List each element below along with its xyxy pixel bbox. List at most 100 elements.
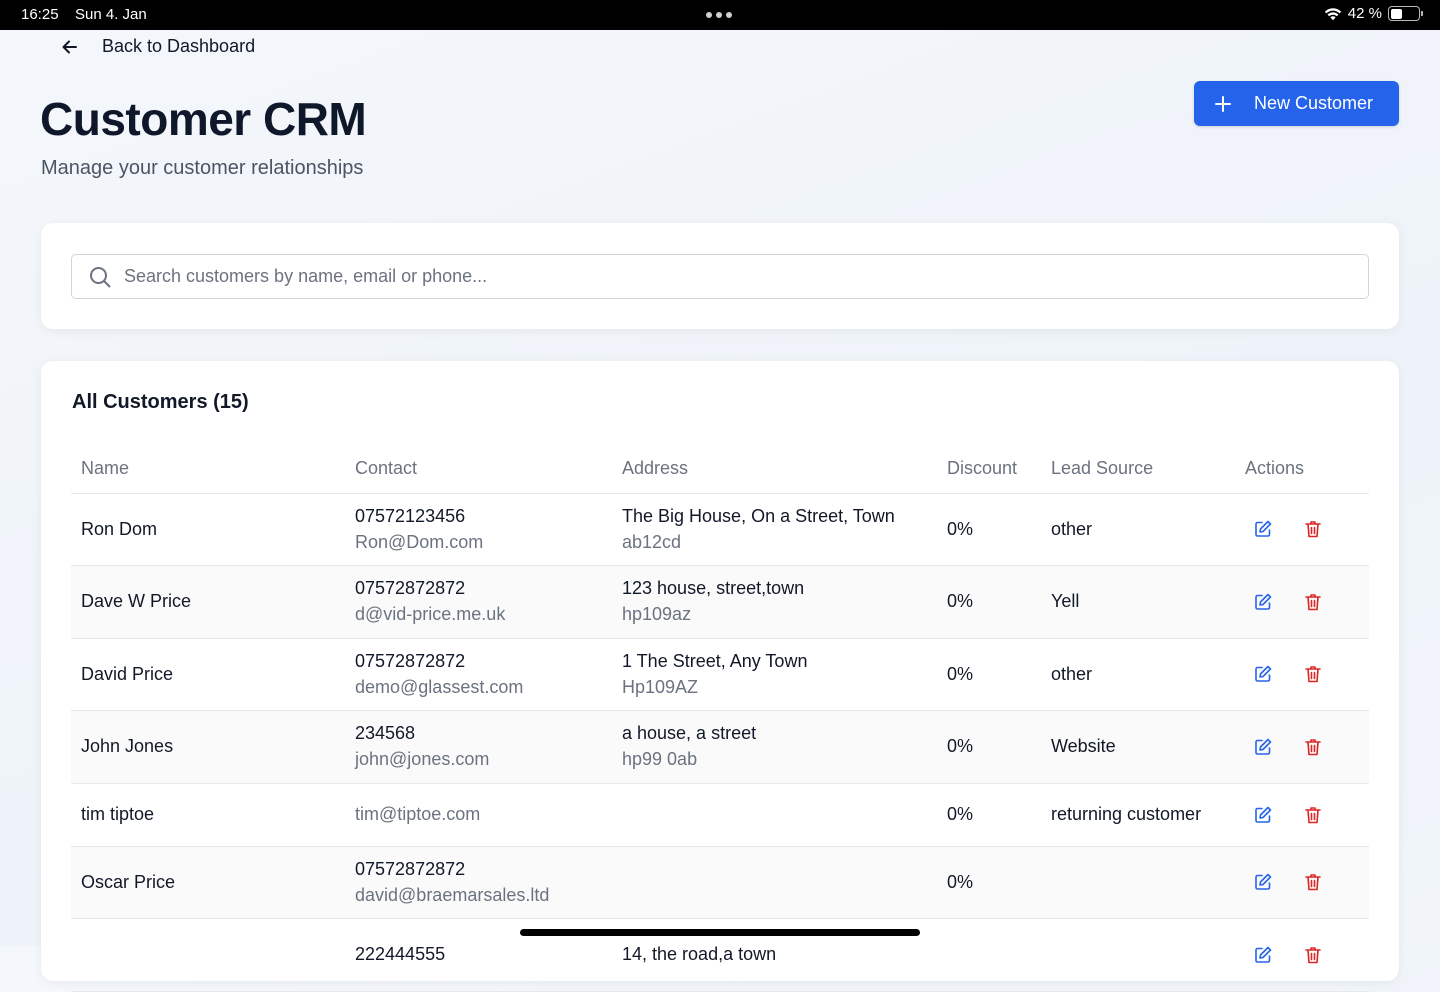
- contact-email[interactable]: d@vid-price.me.uk: [355, 604, 612, 625]
- edit-icon[interactable]: [1253, 664, 1273, 684]
- customer-lead-source: other: [1041, 493, 1235, 566]
- contact-phone: 07572872872: [355, 650, 466, 671]
- address-postcode: hp99 0ab: [622, 749, 698, 770]
- status-time: 16:25: [21, 6, 59, 23]
- table-row[interactable]: tim tiptoe tim@tiptoe.com 0% returning cust…: [71, 783, 1369, 847]
- customer-address: 1 The Street, Any Town Hp109AZ: [612, 638, 937, 711]
- edit-icon[interactable]: [1253, 945, 1273, 965]
- customer-discount: 0%: [937, 493, 1041, 566]
- customer-name: Ron Dom: [71, 493, 345, 566]
- back-label: Back to Dashboard: [102, 36, 256, 56]
- contact-email[interactable]: Ron@Dom.com: [355, 532, 612, 553]
- trash-icon[interactable]: [1303, 519, 1323, 539]
- address-postcode: hp109az: [622, 604, 692, 625]
- table-row[interactable]: David Price 07572872872 demo@glassest.com 1…: [71, 638, 1369, 711]
- column-header-address[interactable]: Address: [612, 445, 937, 494]
- customer-actions: [1235, 638, 1369, 711]
- search-box: [71, 254, 1369, 299]
- column-header-lead-source[interactable]: Lead Source: [1041, 445, 1235, 494]
- contact-phone: 07572123456: [355, 505, 466, 526]
- customer-discount: 0%: [937, 638, 1041, 711]
- edit-icon[interactable]: [1253, 519, 1273, 539]
- trash-icon[interactable]: [1303, 737, 1323, 757]
- edit-icon[interactable]: [1253, 592, 1273, 612]
- customer-contact: 07572123456 Ron@Dom.com: [345, 493, 612, 566]
- column-header-name[interactable]: Name: [71, 445, 345, 494]
- contact-email[interactable]: tim@tiptoe.com: [355, 804, 612, 825]
- customer-lead-source: Website: [1041, 710, 1235, 784]
- customer-name: [71, 918, 345, 992]
- customer-name: Oscar Price: [71, 846, 345, 919]
- contact-phone: 234568: [355, 723, 416, 744]
- address-postcode: Hp109AZ: [622, 676, 699, 697]
- address-line: a house, a street: [622, 723, 757, 744]
- trash-icon[interactable]: [1303, 805, 1323, 825]
- customer-contact: 07572872872 david@braemarsales.ltd: [345, 846, 612, 919]
- customer-name: tim tiptoe: [71, 783, 345, 847]
- table-row[interactable]: Dave W Price 07572872872 d@vid-price.me.uk…: [71, 565, 1369, 639]
- customer-lead-source: [1041, 846, 1235, 919]
- customer-address: 123 house, street,town hp109az: [612, 565, 937, 639]
- customer-actions: [1235, 918, 1369, 992]
- customer-discount: [937, 918, 1041, 992]
- address-postcode: ab12cd: [622, 531, 682, 552]
- wifi-icon: [1324, 7, 1341, 20]
- customers-table: Name Contact Address Discount Lead Sourc…: [71, 445, 1369, 992]
- customer-address: [612, 846, 937, 919]
- column-header-contact[interactable]: Contact: [345, 445, 612, 494]
- new-customer-button[interactable]: New Customer: [1194, 81, 1399, 126]
- edit-icon[interactable]: [1253, 805, 1273, 825]
- customer-name: John Jones: [71, 710, 345, 784]
- page-title: Customer CRM: [40, 93, 367, 145]
- trash-icon[interactable]: [1303, 945, 1323, 965]
- search-card: [41, 223, 1399, 329]
- contact-email[interactable]: john@jones.com: [355, 749, 612, 770]
- customer-actions: [1235, 783, 1369, 847]
- column-header-actions: Actions: [1235, 445, 1369, 494]
- search-icon: [90, 267, 111, 288]
- page-subtitle: Manage your customer relationships: [41, 157, 364, 179]
- customer-discount: 0%: [937, 846, 1041, 919]
- customer-name: David Price: [71, 638, 345, 711]
- address-line: 123 house, street,town: [622, 578, 805, 599]
- customer-contact: 07572872872 d@vid-price.me.uk: [345, 565, 612, 639]
- plus-icon: [1215, 95, 1231, 112]
- contact-email[interactable]: demo@glassest.com: [355, 677, 612, 698]
- customer-address: a house, a street hp99 0ab: [612, 710, 937, 784]
- column-header-discount[interactable]: Discount: [937, 445, 1041, 494]
- battery-percent: 42 %: [1347, 5, 1382, 22]
- customer-contact: 07572872872 demo@glassest.com: [345, 638, 612, 711]
- trash-icon[interactable]: [1303, 872, 1323, 892]
- home-indicator[interactable]: [520, 929, 920, 936]
- customer-name: Dave W Price: [71, 565, 345, 639]
- edit-icon[interactable]: [1253, 737, 1273, 757]
- customer-address: The Big House, On a Street, Town ab12cd: [612, 493, 937, 566]
- contact-phone: 07572872872: [355, 858, 466, 879]
- contact-phone: 222444555: [355, 944, 446, 965]
- customer-discount: 0%: [937, 565, 1041, 639]
- multitasking-dots-icon[interactable]: [706, 12, 732, 18]
- customer-lead-source: [1041, 918, 1235, 992]
- table-row[interactable]: Ron Dom 07572123456 Ron@Dom.com The Big Hou…: [71, 493, 1369, 566]
- edit-icon[interactable]: [1253, 872, 1273, 892]
- status-bar: 16:25 Sun 4. Jan 42 %: [0, 0, 1440, 30]
- table-row[interactable]: Oscar Price 07572872872 david@braemarsales…: [71, 846, 1369, 919]
- customer-actions: [1235, 565, 1369, 639]
- table-row[interactable]: John Jones 234568 john@jones.com a house, a…: [71, 710, 1369, 784]
- address-line: 14, the road,a town: [622, 944, 777, 965]
- customer-contact: tim@tiptoe.com: [345, 783, 612, 847]
- customer-lead-source: returning customer: [1041, 783, 1235, 847]
- battery-icon: [1388, 6, 1423, 21]
- customer-lead-source: Yell: [1041, 565, 1235, 639]
- address-line: 1 The Street, Any Town: [622, 650, 808, 671]
- back-to-dashboard-link[interactable]: Back to Dashboard: [60, 36, 255, 57]
- customer-address: [612, 783, 937, 847]
- trash-icon[interactable]: [1303, 592, 1323, 612]
- customers-card: All Customers (15) Name Contact Address …: [41, 361, 1399, 992]
- customer-lead-source: other: [1041, 638, 1235, 711]
- customer-discount: 0%: [937, 710, 1041, 784]
- trash-icon[interactable]: [1303, 664, 1323, 684]
- contact-email[interactable]: david@braemarsales.ltd: [355, 885, 612, 906]
- customer-actions: [1235, 710, 1369, 784]
- search-input[interactable]: [72, 255, 1368, 298]
